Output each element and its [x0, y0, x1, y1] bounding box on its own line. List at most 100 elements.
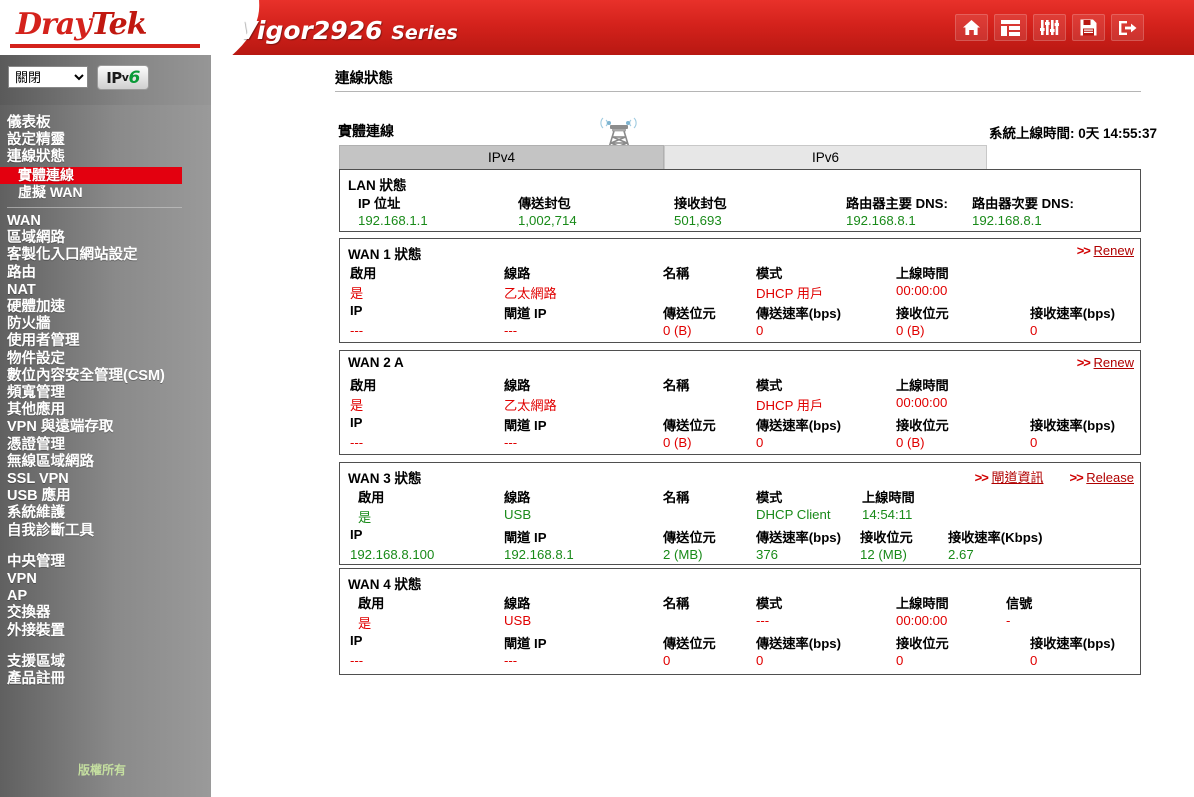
sidebar-item-24[interactable]: 自我診斷工具	[0, 523, 211, 540]
wan3-row1-header-2: 名稱	[663, 490, 690, 505]
sidebar-item-11[interactable]: 硬體加速	[0, 299, 211, 316]
sidebar-item-20[interactable]: 無線區域網路	[0, 454, 211, 471]
wan2-row2-header-5: 接收速率(bps)	[1030, 418, 1115, 433]
sidebar-toggle-icon[interactable]	[994, 14, 1027, 41]
wan2-link-arrows-0: >>	[1076, 355, 1091, 370]
wan1-row2-value-2: 0 (B)	[663, 323, 692, 338]
lan-header-1: 傳送封包	[518, 196, 571, 211]
sidebar-item-19[interactable]: 憑證管理	[0, 437, 211, 454]
sidebar-item-8[interactable]: 客製化入口網站設定	[0, 247, 211, 264]
wan1-row1-header-1: 線路	[504, 266, 531, 281]
sidebar-item-18[interactable]: VPN 與遠端存取	[0, 419, 211, 436]
wan1-row1-value-1: 乙太網路	[504, 286, 557, 301]
wan2-row2-value-1: ---	[504, 435, 518, 450]
model-name: Vigor2926	[238, 16, 383, 45]
ipv6-mode-select[interactable]: 關閉	[8, 66, 88, 88]
sidebar-item-1[interactable]: 設定精靈	[0, 132, 211, 149]
sidebar-item-0[interactable]: 儀表板	[0, 115, 211, 132]
sidebar-item-4[interactable]: 虛擬 WAN	[0, 184, 211, 201]
wan2-row2-header-4: 接收位元	[896, 418, 949, 433]
model-series: Series	[391, 22, 458, 44]
wan1-row2-value-5: 0	[1030, 323, 1038, 338]
sidebar-item-26[interactable]: 中央管理	[0, 554, 211, 571]
sidebar-item-15[interactable]: 數位內容安全管理(CSM)	[0, 368, 211, 385]
wan3-row1-value-1: USB	[504, 507, 532, 522]
wan2-row2-header-2: 傳送位元	[663, 418, 716, 433]
wan1-row2-header-4: 接收位元	[896, 306, 949, 321]
title-divider	[335, 91, 1141, 92]
wan4-status-box: WAN 4 狀態 啟用 線路 名稱 模式 上線時間 信號是 USB --- 00:00:00 - IP…	[339, 568, 1141, 675]
save-icon[interactable]	[1072, 14, 1105, 41]
wan4-row1-value-1: USB	[504, 613, 532, 628]
logout-icon[interactable]	[1111, 14, 1144, 41]
wan2-row1-value-4: 00:00:00	[896, 395, 948, 410]
app-header: DrayTek Vigor2926 Series	[0, 0, 1194, 55]
wan4-row2-value-4: 0	[896, 653, 904, 668]
wan4-row2-value-2: 0	[663, 653, 671, 668]
sidebar-item-14[interactable]: 物件設定	[0, 351, 211, 368]
wan3-row1-value-0: 是	[358, 510, 372, 525]
sidebar-item-9[interactable]: 路由	[0, 265, 211, 282]
lan-value-3: 192.168.8.1	[846, 213, 916, 228]
sidebar-item-21[interactable]: SSL VPN	[0, 471, 211, 488]
wan2-row1-value-0: 是	[350, 398, 364, 413]
wan3-row2-value-3: 376	[756, 547, 779, 562]
lan-header-3: 路由器主要 DNS:	[846, 196, 948, 211]
sidebar-item-12[interactable]: 防火牆	[0, 316, 211, 333]
wan3-link-release[interactable]: Release	[1086, 470, 1134, 485]
lan-value-4: 192.168.8.1	[972, 213, 1042, 228]
home-icon[interactable]	[955, 14, 988, 41]
wan3-row2-value-0: 192.168.8.100	[350, 547, 435, 562]
wan1-row2-header-3: 傳送速率(bps)	[756, 306, 841, 321]
sidebar-item-22[interactable]: USB 應用	[0, 488, 211, 505]
sliders-icon[interactable]	[1033, 14, 1066, 41]
sidebar-item-23[interactable]: 系統維護	[0, 505, 211, 522]
wan3-row2-value-2: 2 (MB)	[663, 547, 703, 562]
sidebar-item-10[interactable]: NAT	[0, 282, 211, 299]
sidebar-item-6[interactable]: WAN	[0, 213, 211, 230]
wan3-status-title: WAN 3 狀態	[348, 471, 422, 486]
sidebar-item-16[interactable]: 頻寬管理	[0, 385, 211, 402]
ipv6-button[interactable]: IP v 6	[97, 65, 149, 90]
sidebar-item-17[interactable]: 其他應用	[0, 402, 211, 419]
sidebar-item-13[interactable]: 使用者管理	[0, 333, 211, 350]
wan2-row2-value-4: 0 (B)	[896, 435, 925, 450]
wan1-row1-value-0: 是	[350, 286, 364, 301]
wan3-link-閘道資訊[interactable]: 閘道資訊	[991, 470, 1043, 485]
wan4-status-title: WAN 4 狀態	[348, 577, 422, 592]
tab-ipv6[interactable]: IPv6	[664, 145, 987, 169]
wan3-row1-value-3: DHCP Client	[756, 507, 831, 522]
logo-dray: Dray	[16, 7, 92, 42]
wan4-row2-header-1: 閘道 IP	[504, 636, 547, 651]
logo-tek: Tek	[90, 7, 148, 42]
wan3-status-box: WAN 3 狀態 >> 閘道資訊 >> Release 啟用 線路 名稱 模式 上線時間是 US…	[339, 462, 1141, 565]
wan2-row1-header-2: 名稱	[663, 378, 690, 393]
sidebar-item-2[interactable]: 連線狀態	[0, 149, 211, 166]
wan4-row2-value-0: ---	[350, 653, 364, 668]
sidebar-item-7[interactable]: 區域網路	[0, 230, 211, 247]
tab-ipv4[interactable]: IPv4	[339, 145, 664, 169]
wan4-row1-value-0: 是	[358, 616, 372, 631]
wan2-row2-value-5: 0	[1030, 435, 1038, 450]
sidebar-item-33[interactable]: 產品註冊	[0, 671, 211, 688]
sidebar-item-32[interactable]: 支援區域	[0, 654, 211, 671]
wan2-link-renew[interactable]: Renew	[1094, 355, 1134, 370]
wan4-row2-value-5: 0	[1030, 653, 1038, 668]
wan1-row1-header-2: 名稱	[663, 266, 690, 281]
wan3-link-arrows-0: >>	[974, 470, 989, 485]
wan2-row2-header-1: 閘道 IP	[504, 418, 547, 433]
wan4-row2-header-4: 接收位元	[896, 636, 949, 651]
sidebar-item-29[interactable]: 交換器	[0, 605, 211, 622]
wan1-row2-header-0: IP	[350, 303, 363, 318]
wan4-row2-header-3: 傳送速率(bps)	[756, 636, 841, 651]
sidebar-item-30[interactable]: 外接裝置	[0, 623, 211, 640]
wan2-row1-header-0: 啟用	[350, 378, 377, 393]
wan2-row2-value-0: ---	[350, 435, 364, 450]
sidebar-item-27[interactable]: VPN	[0, 571, 211, 588]
wan4-row2-header-0: IP	[350, 633, 363, 648]
wan2-row2-value-2: 0 (B)	[663, 435, 692, 450]
wan1-link-renew[interactable]: Renew	[1094, 243, 1134, 258]
sidebar-item-28[interactable]: AP	[0, 588, 211, 605]
sidebar-item-3[interactable]: 實體連線	[0, 166, 182, 184]
wan1-row2-value-1: ---	[504, 323, 518, 338]
